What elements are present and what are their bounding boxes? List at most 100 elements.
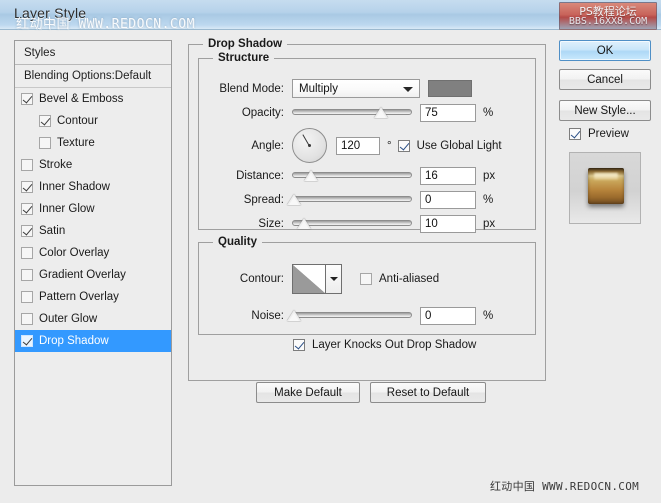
size-label: Size: <box>258 218 284 230</box>
styles-panel-header: Styles <box>15 41 171 65</box>
style-label: Color Overlay <box>39 247 110 259</box>
checkbox-use-global-light[interactable] <box>397 139 410 152</box>
watermark-bottom: 红动中国 WWW.REDOCN.COM <box>490 480 640 493</box>
noise-unit: % <box>483 310 494 322</box>
distance-slider[interactable] <box>292 169 412 183</box>
distance-input[interactable]: 16 <box>420 167 476 185</box>
checkbox-contour[interactable] <box>39 115 51 127</box>
style-row-color-overlay[interactable]: Color Overlay <box>15 242 171 264</box>
spread-slider-thumb[interactable] <box>287 194 302 205</box>
use-global-light-label: Use Global Light <box>416 139 502 152</box>
opacity-input[interactable]: 75 <box>420 104 476 122</box>
style-row-stroke[interactable]: Stroke <box>15 154 171 176</box>
style-row-gradient-overlay[interactable]: Gradient Overlay <box>15 264 171 286</box>
contour-ramp-shape <box>293 265 325 293</box>
checkbox-gradient-overlay[interactable] <box>21 269 33 281</box>
make-default-button[interactable]: Make Default <box>256 382 360 403</box>
style-label: Inner Shadow <box>39 181 110 193</box>
opacity-slider-thumb[interactable] <box>373 107 388 118</box>
watermark-badge-line1: PS教程论坛 <box>579 5 637 18</box>
size-input[interactable]: 10 <box>420 215 476 233</box>
style-label: Satin <box>39 225 66 237</box>
opacity-slider[interactable] <box>292 106 412 120</box>
title-bar: Layer Style 红动中国 WWW.REDOCN.COM PS教程论坛 B… <box>0 0 661 32</box>
blend-mode-row: Blend Mode: Multiply <box>212 79 532 98</box>
checkbox-satin[interactable] <box>21 225 33 237</box>
checkbox-inner-shadow[interactable] <box>21 181 33 193</box>
blend-mode-label: Blend Mode: <box>219 82 284 95</box>
checkbox-anti-aliased[interactable] <box>360 273 372 285</box>
noise-slider[interactable] <box>287 309 412 323</box>
style-row-inner-glow[interactable]: Inner Glow <box>15 198 171 220</box>
distance-slider-thumb[interactable] <box>304 170 319 181</box>
drop-shadow-settings-panel: Drop Shadow Structure Blend Mode: Multip… <box>188 36 546 403</box>
structure-group-title: Structure <box>213 52 275 64</box>
checkbox-color-overlay[interactable] <box>21 247 33 259</box>
watermark-badge: PS教程论坛 BBS.16XX8.COM <box>559 2 657 30</box>
spread-input[interactable]: 0 <box>420 191 476 209</box>
chevron-down-icon <box>403 86 413 92</box>
spread-label: Spread: <box>243 194 284 206</box>
blending-options-row[interactable]: Blending Options:Default <box>15 65 171 88</box>
opacity-unit: % <box>483 107 494 119</box>
style-row-satin[interactable]: Satin <box>15 220 171 242</box>
spread-slider-track <box>292 196 412 202</box>
checkbox-stroke[interactable] <box>21 159 33 171</box>
style-row-contour[interactable]: Contour <box>15 110 171 132</box>
checkbox-texture[interactable] <box>39 137 51 149</box>
contour-label: Contour: <box>239 273 284 285</box>
style-row-pattern-overlay[interactable]: Pattern Overlay <box>15 286 171 308</box>
opacity-label: Opacity: <box>241 107 284 119</box>
reset-to-default-button[interactable]: Reset to Default <box>370 382 486 403</box>
noise-slider-thumb[interactable] <box>287 310 302 321</box>
style-row-texture[interactable]: Texture <box>15 132 171 154</box>
shadow-color-swatch[interactable] <box>428 80 472 97</box>
anti-aliased-row[interactable]: Anti-aliased <box>360 273 439 285</box>
opacity-row: Opacity: 75 % <box>212 104 532 122</box>
noise-input[interactable]: 0 <box>420 307 476 325</box>
anti-aliased-label: Anti-aliased <box>379 273 440 285</box>
noise-row: Noise: 0 % <box>212 307 532 325</box>
new-style-button[interactable]: New Style... <box>559 100 651 121</box>
checkbox-drop-shadow[interactable] <box>21 335 33 347</box>
contour-dropdown-button[interactable] <box>325 265 341 293</box>
distance-label: Distance: <box>236 170 284 182</box>
use-global-light-row[interactable]: Use Global Light <box>397 139 502 152</box>
opacity-slider-track <box>292 109 412 115</box>
style-label: Inner Glow <box>39 203 95 215</box>
style-label: Stroke <box>39 159 73 171</box>
ok-button[interactable]: OK <box>559 40 651 61</box>
angle-unit: ° <box>387 139 392 152</box>
checkbox-layer-knocks-out[interactable] <box>293 339 305 351</box>
checkbox-preview[interactable] <box>569 128 581 140</box>
style-row-bevel-emboss[interactable]: Bevel & Emboss <box>15 88 171 110</box>
styles-list-panel: Styles Blending Options:Default Bevel & … <box>14 40 172 486</box>
checkbox-pattern-overlay[interactable] <box>21 291 33 303</box>
spread-slider[interactable] <box>287 193 412 207</box>
checkbox-outer-glow[interactable] <box>21 313 33 325</box>
layer-knocks-out-row[interactable]: Layer Knocks Out Drop Shadow <box>293 339 476 351</box>
angle-input[interactable]: 120 <box>336 136 380 155</box>
window-title: Layer Style <box>14 5 87 21</box>
style-label: Gradient Overlay <box>39 269 126 281</box>
distance-row: Distance: 16 px <box>212 167 532 185</box>
preview-row[interactable]: Preview <box>569 128 629 140</box>
angle-dial-hub <box>308 144 311 147</box>
style-label: Bevel & Emboss <box>39 93 124 105</box>
style-row-inner-shadow[interactable]: Inner Shadow <box>15 176 171 198</box>
blend-mode-dropdown[interactable]: Multiply <box>292 79 420 98</box>
contour-picker[interactable] <box>292 264 342 294</box>
size-unit: px <box>483 218 496 230</box>
style-row-outer-glow[interactable]: Outer Glow <box>15 308 171 330</box>
style-row-drop-shadow[interactable]: Drop Shadow <box>15 330 171 352</box>
size-slider-thumb[interactable] <box>297 218 311 229</box>
preview-shadow <box>584 164 628 208</box>
style-label: Contour <box>57 115 98 127</box>
cancel-button[interactable]: Cancel <box>559 69 651 90</box>
chevron-down-icon <box>329 277 338 281</box>
angle-label: Angle: <box>251 139 284 152</box>
angle-dial[interactable] <box>292 128 327 163</box>
checkbox-bevel-emboss[interactable] <box>21 93 33 105</box>
checkbox-inner-glow[interactable] <box>21 203 33 215</box>
size-slider[interactable] <box>292 217 412 231</box>
